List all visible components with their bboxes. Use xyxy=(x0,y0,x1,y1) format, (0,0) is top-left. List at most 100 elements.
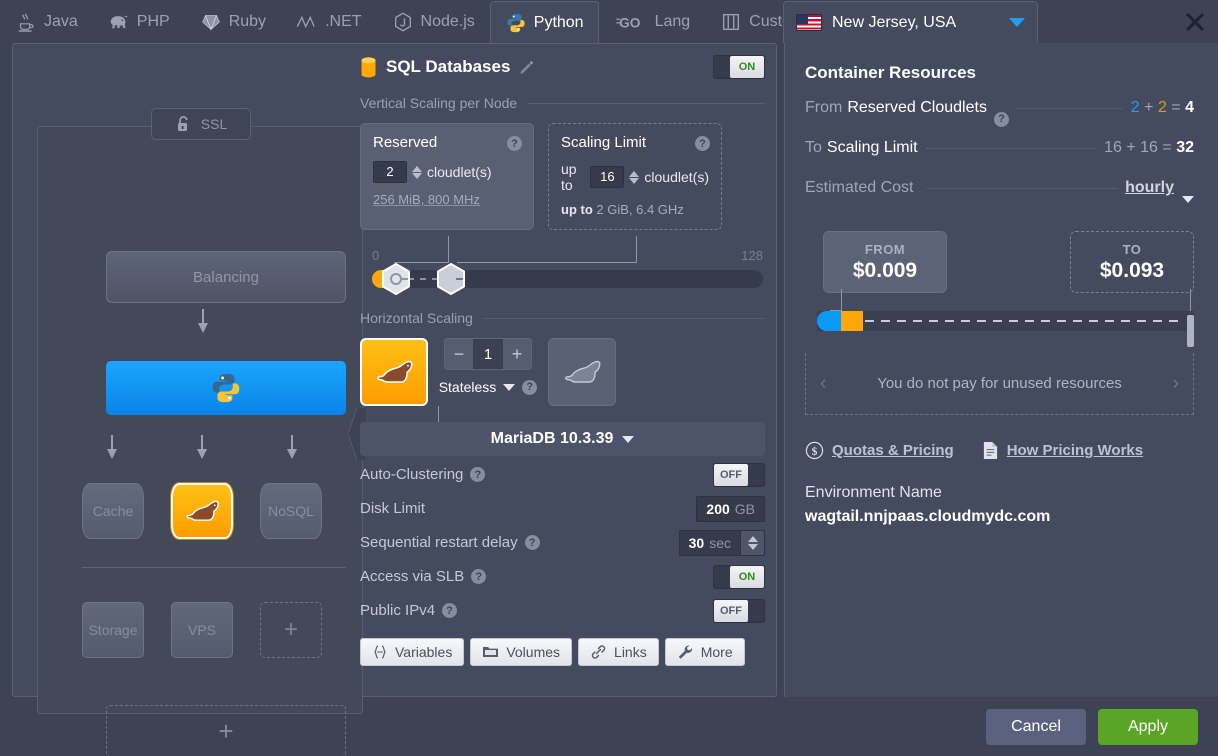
reserved-input[interactable]: 2 xyxy=(373,161,407,183)
header-rule xyxy=(527,102,765,104)
region-selector-tab[interactable]: New Jersey, USA xyxy=(783,1,1038,43)
chevron-down-icon[interactable] xyxy=(503,383,516,391)
increment-button[interactable]: + xyxy=(503,339,531,369)
scaling-limit-input[interactable]: 16 xyxy=(590,166,625,188)
price-connector xyxy=(1190,289,1191,313)
tab-label: PHP xyxy=(136,13,170,30)
topology-node-mariadb[interactable] xyxy=(171,483,233,539)
scaling-limit-prefix: up to xyxy=(561,161,577,193)
tab-nodejs[interactable]: Node.js xyxy=(377,0,490,43)
to-value-b: 16 xyxy=(1140,139,1158,156)
public-ipv4-toggle[interactable]: OFF xyxy=(713,598,765,623)
chevron-down-icon[interactable] xyxy=(1182,195,1194,203)
power-toggle[interactable]: ON xyxy=(713,55,765,79)
public-ipv4-help-icon[interactable]: ? xyxy=(442,603,458,618)
close-icon[interactable] xyxy=(1181,8,1209,36)
node-label: VPS xyxy=(187,622,216,638)
variables-button[interactable]: Variables xyxy=(360,638,465,666)
topology-node-storage[interactable]: Storage xyxy=(82,602,144,658)
node-mode-help-icon[interactable]: ? xyxy=(522,379,538,395)
price-from-label: FROM xyxy=(864,241,906,257)
topology-node-nosql[interactable]: NoSQL xyxy=(260,483,322,539)
node-tile-add-ghost[interactable] xyxy=(548,338,616,406)
container-resources-panel: Container Resources From Reserved Cloudl… xyxy=(784,43,1218,697)
python-app-node[interactable] xyxy=(106,361,346,415)
more-button[interactable]: More xyxy=(664,638,745,666)
chevron-down-icon[interactable] xyxy=(622,435,635,443)
price-limit-marker[interactable] xyxy=(1187,315,1194,347)
ssl-label: SSL xyxy=(200,116,228,132)
node-mode-label[interactable]: Stateless xyxy=(439,379,497,395)
topology-add-node-small[interactable]: + xyxy=(260,602,322,658)
price-track xyxy=(817,311,1194,347)
access-slb-help-icon[interactable]: ? xyxy=(471,569,487,584)
cloudlet-range-slider[interactable]: 0 128 xyxy=(360,236,765,296)
restart-delay-input[interactable]: 30 sec xyxy=(678,529,741,556)
braces-icon xyxy=(374,645,386,659)
disk-limit-value: 200 xyxy=(706,500,730,517)
pencil-icon[interactable] xyxy=(519,59,535,75)
option-text: Disk Limit xyxy=(360,500,426,517)
topology-node-vps[interactable]: VPS xyxy=(171,602,233,658)
reserved-description: 256 MiB, 800 MHz xyxy=(373,192,480,207)
resources-title: Container Resources xyxy=(805,63,976,82)
scaling-limit-help-icon[interactable]: ? xyxy=(695,136,710,151)
tab-dotnet[interactable]: .NET xyxy=(281,0,376,43)
scaling-limit-desc-value: 2 GiB, 6.4 GHz xyxy=(596,202,684,217)
tab-go-lang[interactable]: GO Lang xyxy=(599,0,706,43)
apply-button[interactable]: Apply xyxy=(1098,708,1198,745)
how-pricing-works-link[interactable]: How Pricing Works xyxy=(982,441,1143,460)
option-control: 30 sec xyxy=(678,529,765,556)
tab-java[interactable]: Java xyxy=(0,0,93,43)
dotnet-icon xyxy=(296,15,315,29)
quotas-pricing-link[interactable]: $ Quotas & Pricing xyxy=(805,441,954,460)
tab-python[interactable]: Python xyxy=(489,1,599,43)
option-label: Access via SLB ? xyxy=(360,568,487,585)
links-button[interactable]: Links xyxy=(578,638,659,666)
chevron-down-icon[interactable] xyxy=(1009,18,1025,27)
slider-handle-reserved[interactable] xyxy=(380,263,412,295)
ssl-badge[interactable]: SSL xyxy=(151,108,251,140)
settings-action-buttons: Variables Volumes Links More xyxy=(360,638,765,666)
price-connector xyxy=(841,289,842,311)
reserved-help-icon[interactable]: ? xyxy=(507,136,522,151)
from-value-b: 2 xyxy=(1157,99,1167,116)
resources-to-row: To Scaling Limit 16 + 16 = 32 xyxy=(805,139,1194,179)
option-control: OFF xyxy=(713,462,765,487)
restart-delay-stepper[interactable] xyxy=(741,529,765,556)
auto-clustering-help-icon[interactable]: ? xyxy=(470,467,486,482)
tab-ruby[interactable]: Ruby xyxy=(185,0,281,43)
node-tile-primary[interactable] xyxy=(360,338,428,406)
decrement-button[interactable]: − xyxy=(445,339,473,369)
environment-name-label: Environment Name xyxy=(805,484,942,501)
option-text: Public IPv4 xyxy=(360,602,436,619)
access-slb-toggle[interactable]: ON xyxy=(713,564,765,589)
disk-limit-input[interactable]: 200 GB xyxy=(696,495,765,522)
topology-node-cache[interactable]: Cache xyxy=(82,483,144,539)
reserved-stepper[interactable] xyxy=(412,165,422,179)
balancing-node[interactable]: Balancing xyxy=(106,251,346,303)
reserved-unit: cloudlet(s) xyxy=(427,164,492,180)
auto-clustering-toggle[interactable]: OFF xyxy=(713,462,765,487)
arrow-down-icon xyxy=(196,435,208,461)
node-count-value[interactable]: 1 xyxy=(473,339,503,369)
carousel-next-button[interactable]: › xyxy=(1173,373,1179,395)
db-version-selector[interactable]: MariaDB 10.3.39 xyxy=(360,406,765,456)
scaling-limit-stepper[interactable] xyxy=(629,170,640,184)
tab-label: Python xyxy=(533,13,584,31)
option-text: Access via SLB xyxy=(360,568,465,585)
mariadb-seal-icon xyxy=(565,360,601,383)
tab-label: .NET xyxy=(325,13,362,30)
db-version-label: MariaDB 10.3.39 xyxy=(490,430,614,447)
price-range-slider[interactable] xyxy=(805,289,1194,347)
restart-delay-help-icon[interactable]: ? xyxy=(524,535,540,550)
carousel-prev-button[interactable]: ‹ xyxy=(820,373,826,395)
tab-php[interactable]: PHP xyxy=(93,0,185,43)
cost-period-select[interactable]: hourly xyxy=(1125,179,1174,197)
slider-track xyxy=(372,270,763,288)
volumes-button[interactable]: Volumes xyxy=(470,638,573,666)
from-help-icon[interactable]: ? xyxy=(993,111,1009,127)
cancel-button[interactable]: Cancel xyxy=(986,708,1086,745)
slider-max-label: 128 xyxy=(741,248,763,263)
slider-handle-limit[interactable] xyxy=(435,263,467,295)
